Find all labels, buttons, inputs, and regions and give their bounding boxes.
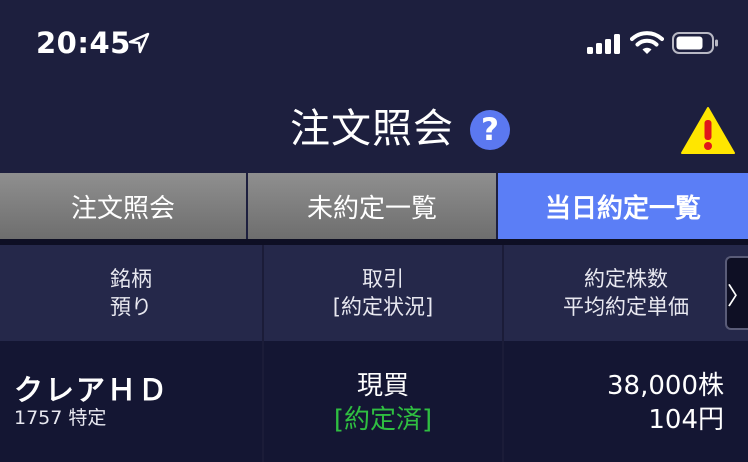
column-header-quantity-line2: 平均約定単価 <box>563 295 689 319</box>
help-question-icon[interactable]: ? <box>470 110 510 150</box>
column-separator <box>502 341 504 462</box>
column-header-quantity-line1: 約定株数 <box>584 267 668 291</box>
tab-order-inquiry[interactable]: 注文照会 <box>0 173 248 239</box>
column-header-trade-line2: [約定状況] <box>332 295 434 319</box>
execution-status: [約定済] <box>333 405 433 435</box>
status-bar: 20:45 <box>0 0 748 90</box>
tab-today-executed-list[interactable]: 当日約定一覧 <box>498 173 748 239</box>
wifi-icon <box>630 31 664 54</box>
table-header: 銘柄 預り 取引 [約定状況] 約定株数 平均約定単価 <box>0 245 748 341</box>
column-header-trade-line1: 取引 <box>362 267 404 291</box>
tab-bar: 注文照会 未約定一覧 当日約定一覧 <box>0 173 748 239</box>
cellular-signal-icon <box>587 34 620 54</box>
scroll-right-glyph: 〉 <box>727 276 748 311</box>
battery-icon <box>672 32 718 54</box>
location-arrow-icon <box>128 32 150 54</box>
stock-code-account: 1757 特定 <box>14 407 107 429</box>
executed-quantity: 38,000株 <box>607 371 724 401</box>
column-header-stock-line1: 銘柄 <box>110 267 152 291</box>
help-icon-glyph: ? <box>481 112 499 148</box>
column-header-trade: 取引 [約定状況] <box>264 245 502 341</box>
average-price: 104円 <box>648 405 724 435</box>
trade-type: 現買 <box>356 371 409 401</box>
tab-unexecuted-list[interactable]: 未約定一覧 <box>248 173 498 239</box>
page-title: 注文照会 <box>290 106 454 152</box>
column-header-stock-line2: 預り <box>110 295 152 319</box>
title-bar: 注文照会 <box>0 95 748 165</box>
column-header-stock: 銘柄 預り <box>0 245 262 341</box>
scroll-right-chevron-icon[interactable]: 〉 <box>725 256 748 330</box>
column-header-quantity-price: 約定株数 平均約定単価 <box>504 245 748 341</box>
table-row[interactable]: クレアＨＤ 1757 特定 現買 [約定済] 38,000株 104円 <box>0 341 748 462</box>
status-time: 20:45 <box>36 26 131 60</box>
warning-triangle-icon[interactable] <box>680 106 736 156</box>
